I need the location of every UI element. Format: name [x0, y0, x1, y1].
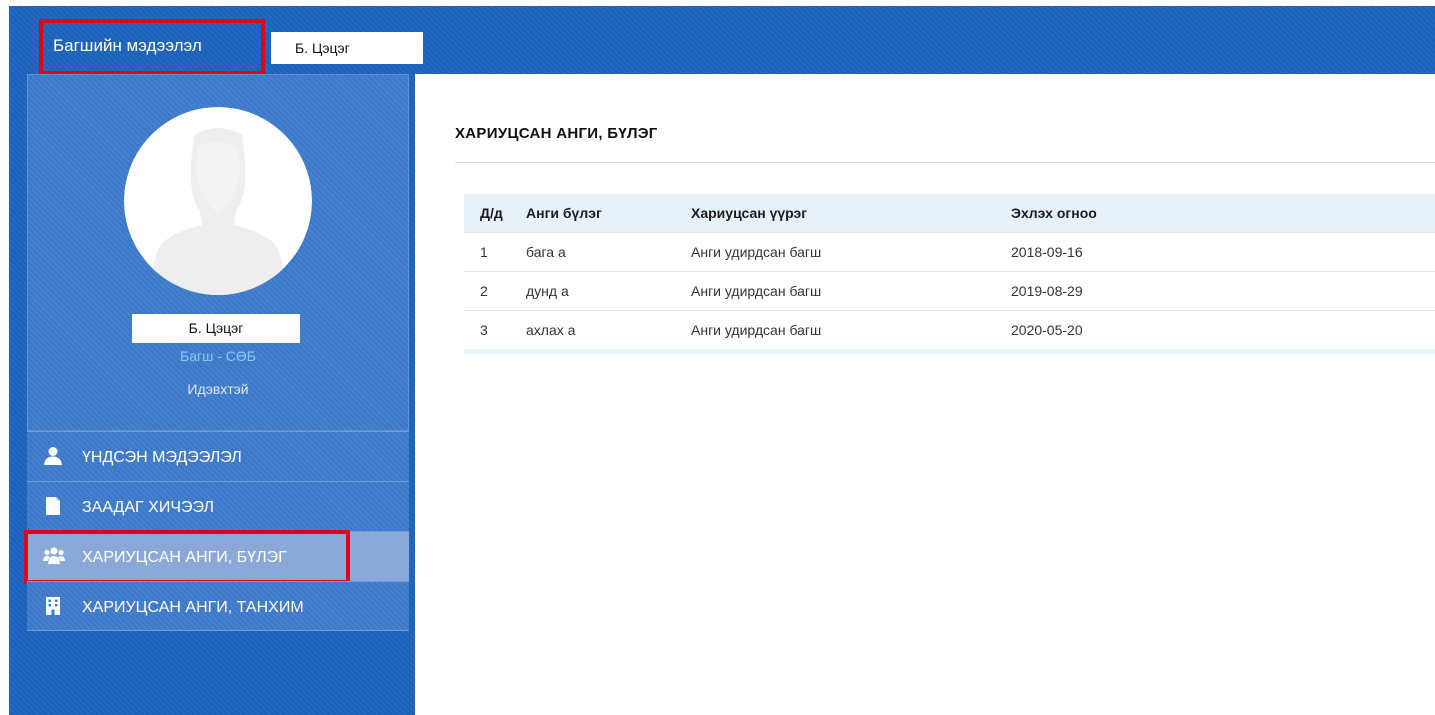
user-icon	[44, 447, 62, 465]
sidebar-menu: ҮНДСЭН МЭДЭЭЛЭЛ ЗААДАГ ХИЧЭЭЛ ХАРИУЦСАН …	[24, 431, 409, 631]
table-row: 3 ахлах а Анги удирдсан багш 2020-05-20	[464, 310, 1435, 349]
table-row: 1 бага а Анги удирдсан багш 2018-09-16	[464, 232, 1435, 272]
table-cell: ахлах а	[526, 310, 691, 349]
table-cell: 1	[464, 232, 526, 272]
main-content: ХАРИУЦСАН АНГИ, БҮЛЭГ Д/д Анги бүлэг Хар…	[415, 74, 1435, 715]
table-cell: бага а	[526, 232, 691, 272]
table-cell: дунд а	[526, 271, 691, 311]
header-title[interactable]: Багшийн мэдээлэл	[39, 19, 265, 75]
profile-name: Б. Цэцэг	[132, 314, 300, 343]
class-table-container: Д/д Анги бүлэг Хариуцсан үүрэг Эхлэх огн…	[464, 194, 1435, 354]
document-icon	[46, 497, 60, 515]
default-avatar-icon	[124, 107, 312, 295]
column-header: Анги бүлэг	[526, 205, 602, 221]
table-cell: 2020-05-20	[1011, 310, 1435, 349]
sidebar: Б. Цэцэг Багш - СӨБ Идэвхтэй ҮНДСЭН МЭДЭ…	[9, 74, 415, 715]
menu-item-label: ЗААДАГ ХИЧЭЭЛ	[82, 499, 214, 516]
profile-role: Багш - СӨБ	[180, 348, 256, 364]
menu-item-basic-info[interactable]: ҮНДСЭН МЭДЭЭЛЭЛ	[27, 431, 409, 481]
menu-item-classroom[interactable]: ХАРИУЦСАН АНГИ, ТАНХИМ	[27, 581, 409, 631]
profile-status: Идэвхтэй	[187, 381, 249, 397]
menu-item-label: ХАРИУЦСАН АНГИ, ТАНХИМ	[82, 599, 304, 616]
column-header: Д/д	[480, 205, 503, 221]
profile-panel: Б. Цэцэг Багш - СӨБ Идэвхтэй	[27, 74, 409, 431]
column-header: Эхлэх огноо	[1011, 205, 1097, 221]
menu-item-responsible-class[interactable]: ХАРИУЦСАН АНГИ, БҮЛЭГ	[24, 530, 409, 584]
window-edge	[0, 0, 9, 715]
menu-item-subjects[interactable]: ЗААДАГ ХИЧЭЭЛ	[27, 481, 409, 531]
class-table: Д/д Анги бүлэг Хариуцсан үүрэг Эхлэх огн…	[464, 194, 1435, 349]
title-divider	[455, 162, 1435, 163]
table-cell: Анги удирдсан багш	[691, 232, 1011, 272]
users-group-icon	[43, 547, 65, 564]
top-header: Багшийн мэдээлэл Б. Цэцэг	[9, 6, 1435, 75]
table-header-row: Д/д Анги бүлэг Хариуцсан үүрэг Эхлэх огн…	[464, 194, 1435, 233]
building-icon	[46, 597, 60, 615]
header-user-name: Б. Цэцэг	[271, 32, 423, 64]
avatar	[124, 107, 312, 295]
table-cell: 3	[464, 310, 526, 349]
table-cell: Анги удирдсан багш	[691, 310, 1011, 349]
table-row: 2 дунд а Анги удирдсан багш 2019-08-29	[464, 271, 1435, 311]
table-cell: 2018-09-16	[1011, 232, 1435, 272]
column-header: Хариуцсан үүрэг	[691, 205, 808, 221]
table-cell: 2	[464, 271, 526, 311]
menu-item-label: ХАРИУЦСАН АНГИ, БҮЛЭГ	[82, 549, 287, 566]
page-title: ХАРИУЦСАН АНГИ, БҮЛЭГ	[455, 125, 658, 142]
table-cell: Анги удирдсан багш	[691, 271, 1011, 311]
menu-item-label: ҮНДСЭН МЭДЭЭЛЭЛ	[82, 449, 242, 466]
table-cell: 2019-08-29	[1011, 271, 1435, 311]
